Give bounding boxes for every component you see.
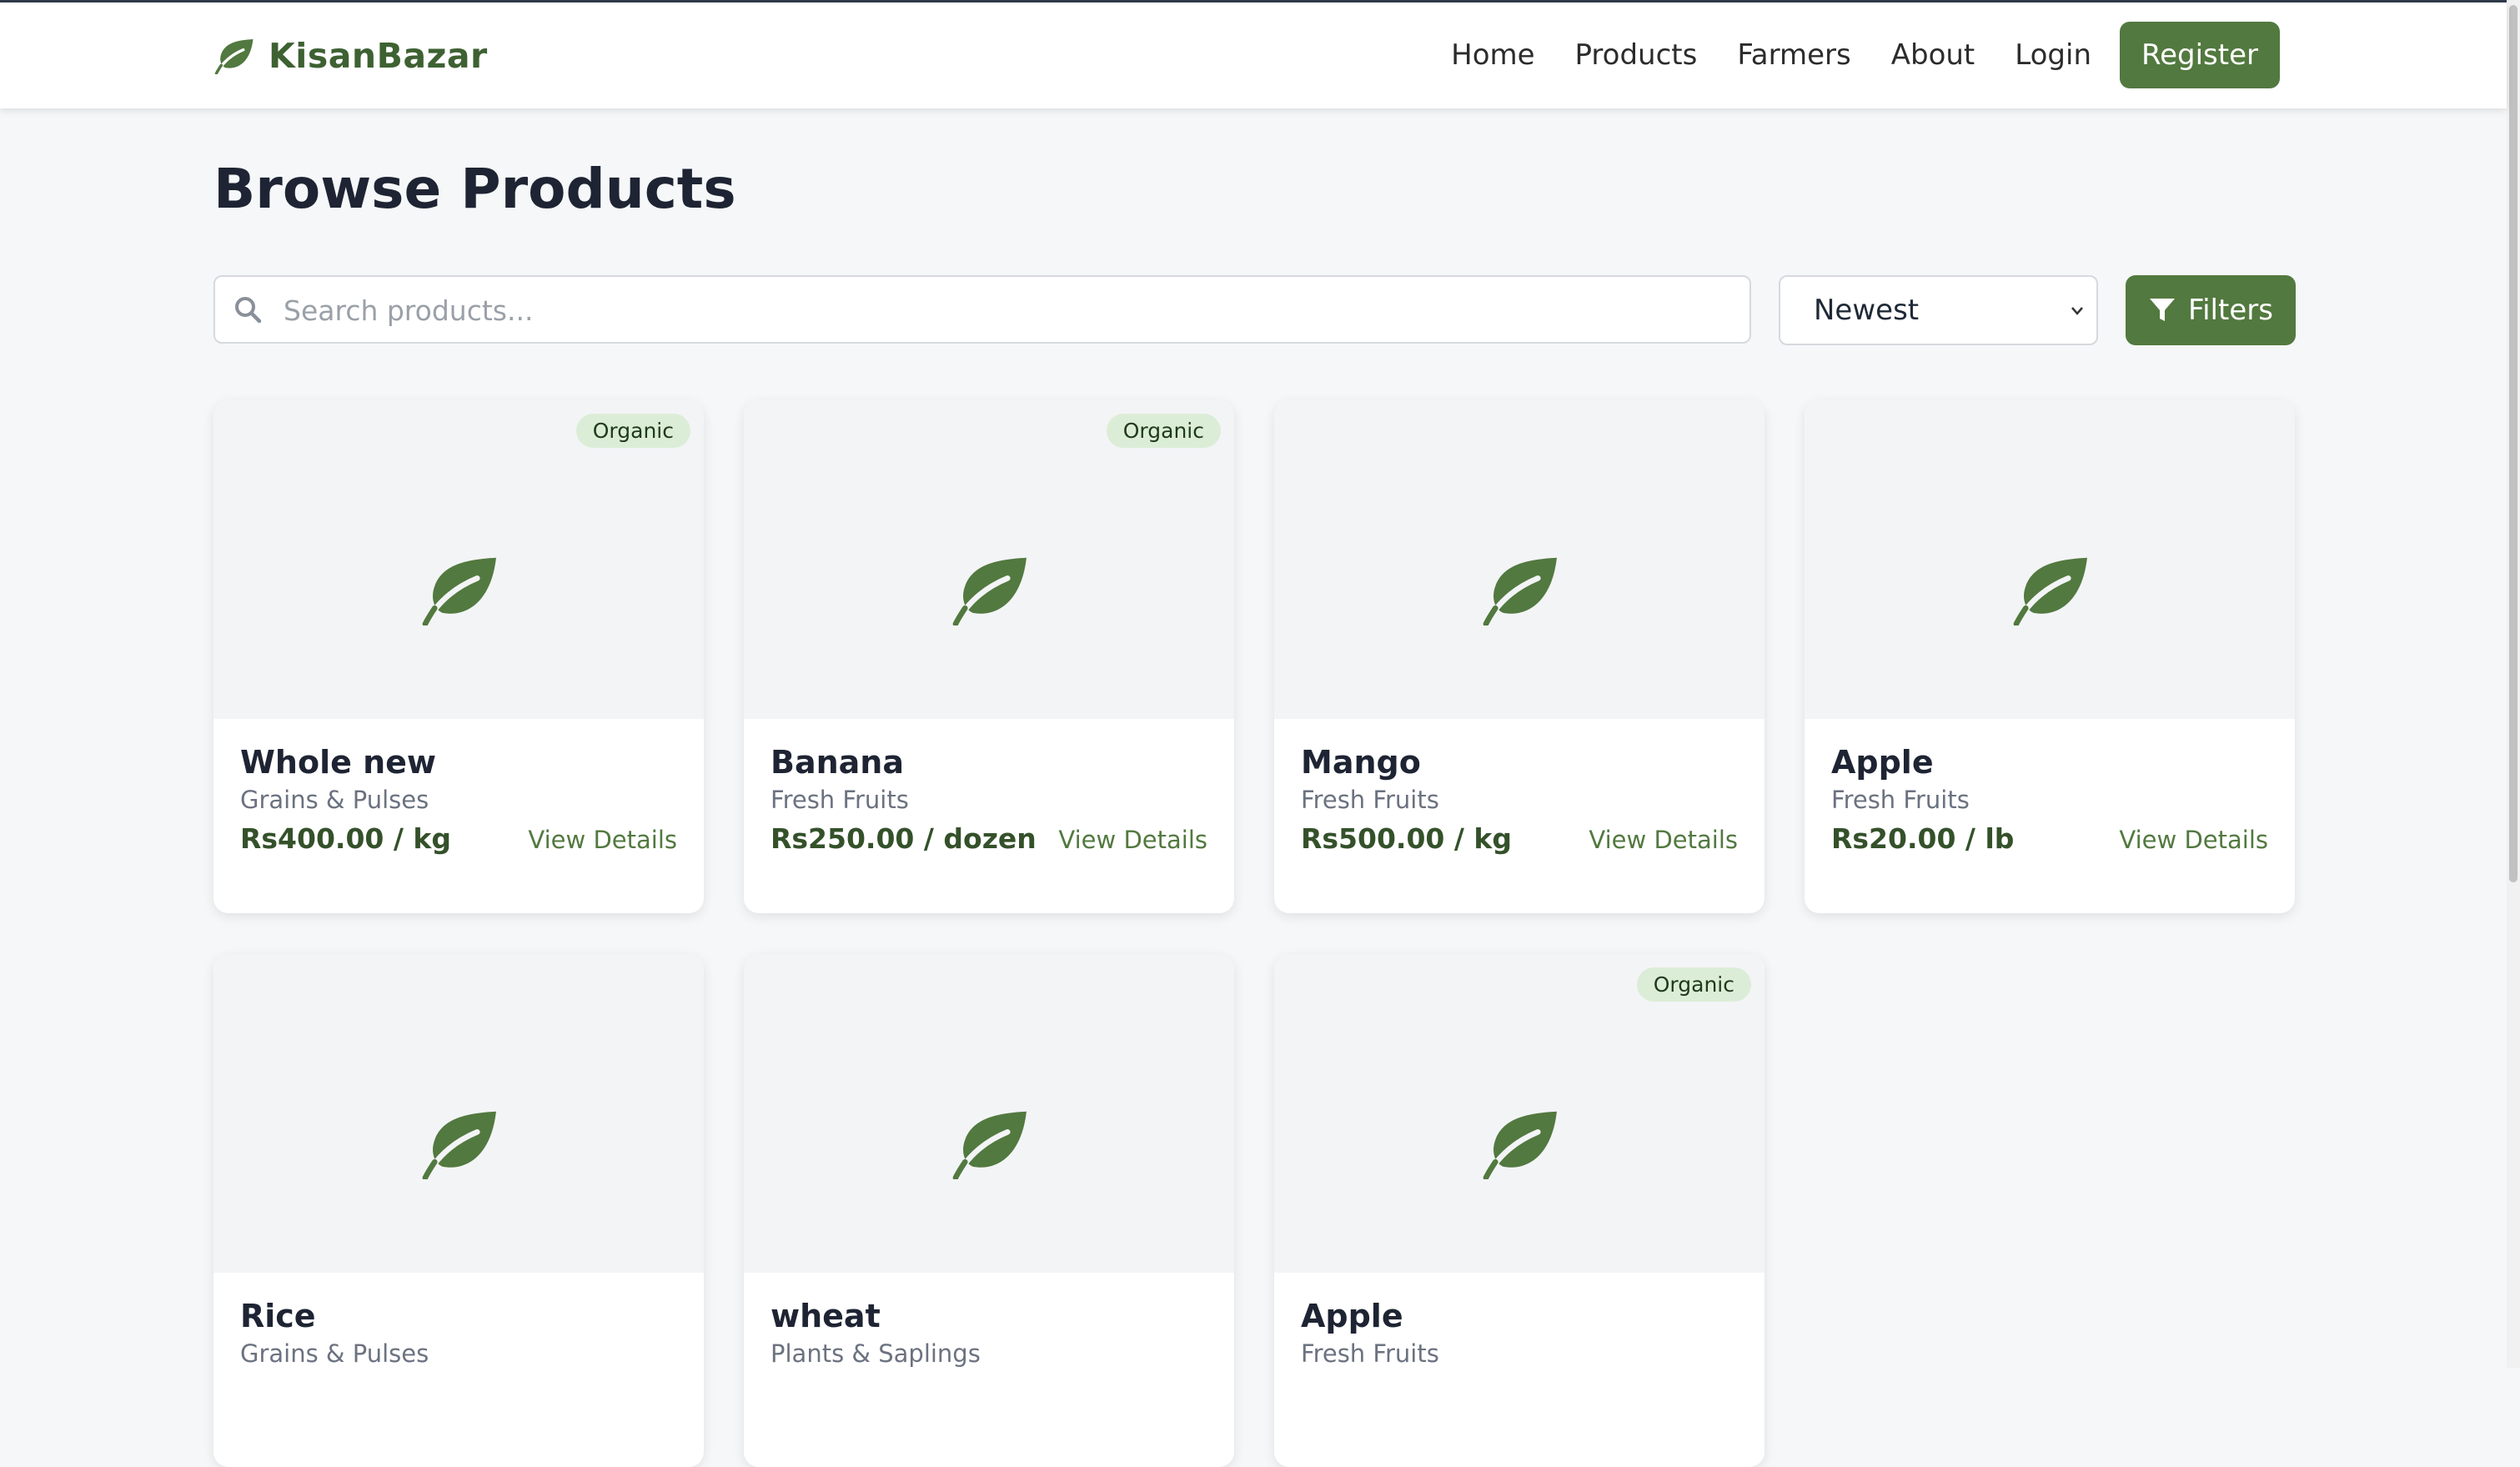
chevron-down-icon	[2071, 307, 2083, 315]
product-image-placeholder	[744, 954, 1234, 1273]
product-price: Rs500.00 / kg	[1301, 822, 1512, 855]
page-title: Browse Products	[213, 157, 736, 221]
organic-badge: Organic	[1636, 967, 1751, 1002]
product-card[interactable]: wheat Plants & Saplings	[744, 954, 1234, 1467]
leaf-icon	[952, 557, 1027, 625]
search-box[interactable]	[213, 275, 1751, 344]
product-price: Rs20.00 / lb	[1831, 822, 2015, 855]
product-category: Fresh Fruits	[771, 786, 909, 814]
product-category: Fresh Fruits	[1831, 786, 1970, 814]
product-category: Plants & Saplings	[771, 1339, 981, 1368]
organic-badge: Organic	[1106, 414, 1221, 448]
product-card[interactable]: Organic Whole new Grains & Pulses Rs400.…	[213, 400, 704, 913]
leaf-icon	[1483, 557, 1557, 625]
product-name: Apple	[1831, 744, 1934, 781]
product-image-placeholder	[213, 954, 704, 1273]
leaf-icon	[422, 557, 496, 625]
product-card[interactable]: Organic Banana Fresh Fruits Rs250.00 / d…	[744, 400, 1234, 913]
filters-label: Filters	[2188, 294, 2273, 327]
product-card[interactable]: Mango Fresh Fruits Rs500.00 / kg View De…	[1274, 400, 1765, 913]
brand-logo[interactable]: KisanBazar	[213, 34, 488, 78]
brand-name: KisanBazar	[269, 36, 488, 76]
search-icon	[235, 297, 262, 324]
product-name: Apple	[1301, 1298, 1403, 1334]
product-name: Banana	[771, 744, 904, 781]
sort-select[interactable]: Newest	[1779, 275, 2098, 345]
leaf-icon	[952, 1111, 1027, 1179]
product-name: wheat	[771, 1298, 881, 1334]
product-image-placeholder: Organic	[1274, 954, 1765, 1273]
view-details-link[interactable]: View Details	[1058, 826, 1207, 854]
product-card[interactable]: Organic Apple Fresh Fruits	[1274, 954, 1765, 1467]
leaf-icon	[422, 1111, 496, 1179]
product-category: Grains & Pulses	[240, 1339, 429, 1368]
product-image-placeholder: Organic	[213, 400, 704, 719]
nav-link-products[interactable]: Products	[1575, 38, 1698, 72]
product-image-placeholder	[1274, 400, 1765, 719]
product-category: Fresh Fruits	[1301, 1339, 1439, 1368]
organic-badge: Organic	[575, 414, 690, 448]
nav-links: Home Products Farmers About Login Regist…	[1411, 22, 2280, 88]
scrollbar-thumb[interactable]	[2509, 5, 2517, 882]
view-details-link[interactable]: View Details	[2119, 826, 2268, 854]
view-details-link[interactable]: View Details	[528, 826, 677, 854]
product-category: Fresh Fruits	[1301, 786, 1439, 814]
product-category: Grains & Pulses	[240, 786, 429, 814]
sort-selected-value: Newest	[1814, 294, 1920, 327]
register-button[interactable]: Register	[2120, 22, 2280, 88]
search-input[interactable]	[282, 277, 1736, 344]
product-name: Rice	[240, 1298, 316, 1334]
nav-link-farmers[interactable]: Farmers	[1737, 38, 1850, 72]
nav-link-home[interactable]: Home	[1451, 38, 1534, 72]
product-name: Mango	[1301, 744, 1421, 781]
product-card[interactable]: Apple Fresh Fruits Rs20.00 / lb View Det…	[1805, 400, 2295, 913]
leaf-icon	[2013, 557, 2087, 625]
product-name: Whole new	[240, 744, 437, 781]
leaf-icon	[1483, 1111, 1557, 1179]
product-price: Rs250.00 / dozen	[771, 822, 1037, 855]
product-price: Rs400.00 / kg	[240, 822, 451, 855]
product-image-placeholder: Organic	[744, 400, 1234, 719]
product-card[interactable]: Rice Grains & Pulses	[213, 954, 704, 1467]
page-scrollbar[interactable]	[2507, 0, 2520, 1368]
view-details-link[interactable]: View Details	[1589, 826, 1738, 854]
filters-button[interactable]: Filters	[2126, 275, 2296, 345]
leaf-icon	[214, 38, 254, 74]
filter-icon	[2150, 299, 2176, 321]
navbar: KisanBazar Home Products Farmers About L…	[0, 3, 2507, 108]
product-image-placeholder	[1805, 400, 2295, 719]
nav-link-about[interactable]: About	[1891, 38, 1975, 72]
nav-link-login[interactable]: Login	[2015, 38, 2091, 72]
